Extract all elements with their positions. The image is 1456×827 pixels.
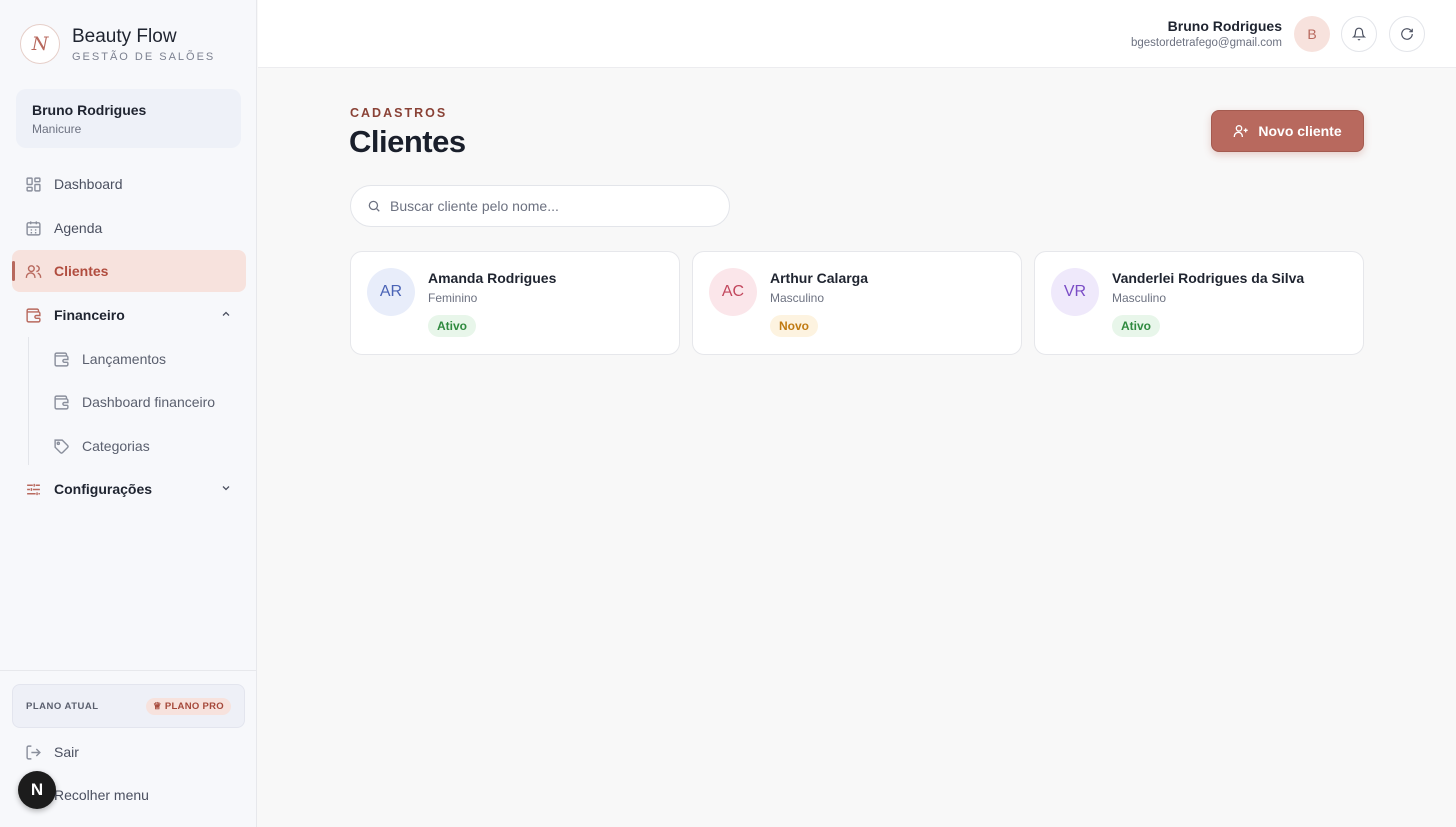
client-avatar: AR <box>367 268 415 316</box>
header-user-name: Bruno Rodrigues <box>1167 18 1282 34</box>
topbar: Bruno Rodrigues bgestordetrafego@gmail.c… <box>258 0 1456 68</box>
sliders-icon <box>24 480 42 498</box>
collapse-menu-label: Recolher menu <box>54 787 149 803</box>
sidebar-item-clientes[interactable]: Clientes <box>12 250 246 292</box>
logout-icon <box>24 743 42 761</box>
refresh-icon <box>1400 27 1414 41</box>
client-card[interactable]: VR Vanderlei Rodrigues da Silva Masculin… <box>1034 251 1364 355</box>
client-gender: Masculino <box>1112 291 1167 305</box>
logout-label: Sair <box>54 744 79 760</box>
current-plan: PLANO ATUAL ♕ PLANO PRO <box>12 684 245 728</box>
sidebar-item-label: Dashboard financeiro <box>82 394 216 410</box>
sidebar-item-configuracoes[interactable]: Configurações <box>12 468 246 510</box>
sidebar-item-financeiro[interactable]: Financeiro <box>12 294 246 336</box>
client-avatar: AC <box>709 268 757 316</box>
sidebar-user-role: Manicure <box>32 122 82 136</box>
new-client-label: Novo cliente <box>1258 123 1342 139</box>
wallet-icon <box>52 350 70 368</box>
status-badge: Novo <box>770 315 818 337</box>
chevron-down-icon <box>220 481 232 497</box>
submenu-divider <box>28 337 29 465</box>
new-client-button[interactable]: Novo cliente <box>1211 110 1364 152</box>
section-kicker: CADASTROS <box>350 106 448 120</box>
search-icon <box>367 199 381 213</box>
sidebar-item-label: Financeiro <box>54 307 125 323</box>
add-user-icon <box>1233 123 1249 139</box>
client-gender: Feminino <box>428 291 478 305</box>
client-gender: Masculino <box>770 291 825 305</box>
client-card[interactable]: AR Amanda Rodrigues Feminino Ativo <box>350 251 680 355</box>
sidebar-item-label: Categorias <box>82 438 150 454</box>
sidebar-user-card: Bruno Rodrigues Manicure <box>16 89 241 148</box>
sidebar-item-label: Dashboard <box>54 176 123 192</box>
users-icon <box>24 262 42 280</box>
sidebar: N Beauty Flow GESTÃO DE SALÕES Bruno Rod… <box>0 0 257 827</box>
brand[interactable]: N Beauty Flow GESTÃO DE SALÕES <box>20 24 215 64</box>
header-user: Bruno Rodrigues bgestordetrafego@gmail.c… <box>1131 18 1282 49</box>
sidebar-item-label: Agenda <box>54 220 103 236</box>
sidebar-item-dashboard-financeiro[interactable]: Dashboard financeiro <box>40 382 240 422</box>
logout-button[interactable]: Sair <box>12 731 246 773</box>
bell-icon <box>1352 27 1366 41</box>
sidebar-item-label: Clientes <box>54 263 109 279</box>
plan-badge-label: PLANO PRO <box>164 700 224 712</box>
refresh-button[interactable] <box>1389 16 1425 52</box>
status-badge: Ativo <box>1112 315 1160 337</box>
brand-subtitle: GESTÃO DE SALÕES <box>72 51 216 63</box>
calendar-icon <box>24 219 42 237</box>
search-input[interactable] <box>390 191 710 221</box>
chevron-up-icon <box>220 307 232 323</box>
sidebar-item-agenda[interactable]: Agenda <box>12 207 246 249</box>
client-card[interactable]: AC Arthur Calarga Masculino Novo <box>692 251 1022 355</box>
tag-icon <box>52 437 70 455</box>
notifications-button[interactable] <box>1341 16 1377 52</box>
status-badge: Ativo <box>428 315 476 337</box>
plan-label: PLANO ATUAL <box>26 700 99 712</box>
sidebar-item-label: Configurações <box>54 481 153 497</box>
page-title: Clientes <box>349 124 466 159</box>
sidebar-item-dashboard[interactable]: Dashboard <box>12 163 246 205</box>
sidebar-item-lancamentos[interactable]: Lançamentos <box>40 339 240 379</box>
crown-icon: ♕ <box>153 700 162 712</box>
dashboard-icon <box>24 175 42 193</box>
client-name: Amanda Rodrigues <box>428 270 557 286</box>
brand-logo: N <box>20 24 60 64</box>
search-bar <box>350 185 730 227</box>
client-name: Vanderlei Rodrigues da Silva <box>1112 270 1305 286</box>
sidebar-divider <box>0 670 257 671</box>
plan-badge: ♕ PLANO PRO <box>146 697 231 715</box>
avatar[interactable]: B <box>1294 16 1330 52</box>
sidebar-item-label: Lançamentos <box>82 351 167 367</box>
sidebar-item-categorias[interactable]: Categorias <box>40 426 240 466</box>
header-user-email: bgestordetrafego@gmail.com <box>1130 37 1282 49</box>
wallet-icon <box>24 306 42 324</box>
client-name: Arthur Calarga <box>770 270 869 286</box>
client-avatar: VR <box>1051 268 1099 316</box>
wallet-icon <box>52 393 70 411</box>
floating-assistant-button[interactable]: N <box>18 771 56 809</box>
brand-name: Beauty Flow <box>72 26 177 47</box>
sidebar-user-name: Bruno Rodrigues <box>32 102 147 118</box>
